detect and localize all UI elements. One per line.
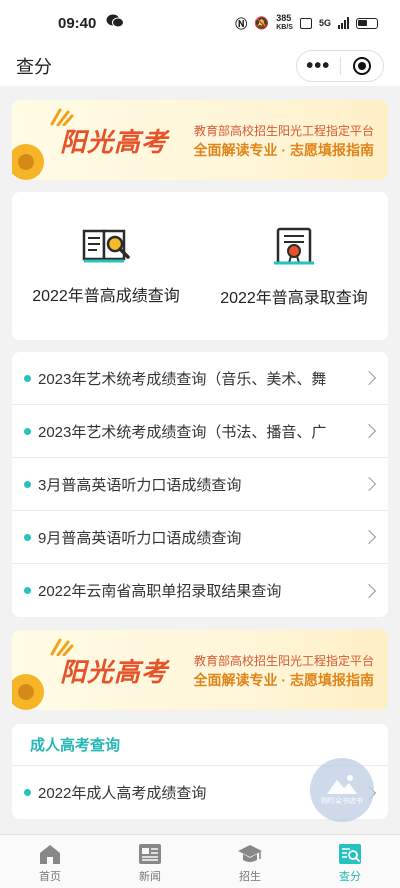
quick-link-admission[interactable]: 2022年普高录取查询 [200,192,388,340]
sunflower-icon [12,144,44,180]
quick-link-score-label: 2022年普高成绩查询 [32,288,180,305]
tab-enrollment-label: 招生 [239,871,261,883]
target-icon [352,57,371,75]
tab-enrollment[interactable]: 招生 [200,835,300,888]
graduation-cap-icon [238,845,262,862]
list-item[interactable]: 2023年艺术统考成绩查询（音乐、美术、舞 [12,352,388,405]
banner-line-2: 全面解读专业 · 志愿填报指南 [193,142,374,158]
close-miniprogram-button[interactable] [341,51,384,81]
news-icon [139,844,161,864]
score-search-icon [339,844,361,864]
tab-score[interactable]: 查分 [300,835,400,888]
tab-home-label: 首页 [39,871,61,883]
battery-icon [356,17,378,29]
sunshine-banner[interactable]: 阳光高考 教育部高校招生阳光工程指定平台 全面解读专业 · 志愿填报指南 [12,100,388,180]
banner-line-1: 教育部高校招生阳光工程指定平台 [193,124,374,138]
banner-line-1: 教育部高校招生阳光工程指定平台 [193,654,374,668]
miniprogram-capsule: ••• [296,50,384,82]
tab-score-label: 查分 [339,871,361,883]
more-dots-icon: ••• [306,55,331,77]
banner-brand: 阳光高考 [60,127,169,157]
quick-links-card: 2022年普高成绩查询 2022年普高录取查询 [12,192,388,340]
chevron-right-icon [361,529,377,545]
quick-link-admission-label: 2022年普高录取查询 [220,290,368,307]
bullet-dot [24,587,31,594]
chevron-right-icon [361,476,377,492]
wechat-icon [106,14,125,32]
bullet-dot [24,480,31,488]
list-item-label: 2022年云南省高职单招录取结果查询 [38,583,282,600]
bullet-dot [24,789,31,796]
list-item[interactable]: 2023年艺术统考成绩查询（书法、播音、广 [12,405,388,458]
home-icon [40,845,60,864]
page-title: 查分 [16,57,52,77]
mute-icon: 🔕 [254,16,270,30]
main-content: 阳光高考 教育部高校招生阳光工程指定平台 全面解读专业 · 志愿填报指南 202… [0,86,400,834]
list-item[interactable]: 3月普高英语听力口语成绩查询 [12,458,388,511]
mountain-image-icon [327,775,357,794]
tab-bar: 首页 新闻 招生 查分 [0,834,400,888]
chevron-right-icon [361,423,377,439]
sunflower-icon [12,674,44,710]
quick-link-score[interactable]: 2022年普高成绩查询 [12,192,200,340]
banner-brand: 阳光高考 [60,657,169,687]
speed-indicator: 385 KB/S [276,14,293,32]
list-item-label: 2023年艺术统考成绩查询（音乐、美术、舞 [38,370,327,388]
speed-unit: KB/S [276,24,293,31]
list-item-label: 2022年成人高考成绩查询 [38,785,207,802]
network-label: 5G [318,18,331,28]
more-button[interactable]: ••• [297,51,340,81]
bullet-dot [24,533,31,541]
nav-bar: 查分 ••• [0,46,400,86]
status-icons: Ⓝ 🔕 385 KB/S 5G [235,14,378,32]
list-item[interactable]: 2022年云南省高职单招录取结果查询 [12,564,388,617]
nfc-icon: Ⓝ [235,16,248,31]
list-item-label: 9月普高英语听力口语成绩查询 [38,529,242,547]
hd-icon [299,17,312,29]
sunshine-banner[interactable]: 阳光高考 教育部高校招生阳光工程指定平台 全面解读专业 · 志愿填报指南 [12,630,388,710]
tab-news-label: 新闻 [139,871,161,883]
clock: 09:40 [58,14,97,32]
floating-button-caption: 购叮朵书店书 [321,798,363,805]
list-item-label: 2023年艺术统考成绩查询（书法、播音、广 [38,423,327,441]
tab-news[interactable]: 新闻 [100,835,200,888]
tab-home[interactable]: 首页 [0,835,100,888]
chevron-right-icon [361,583,377,598]
speed-value: 385 [276,13,292,23]
query-list: 2023年艺术统考成绩查询（音乐、美术、舞 2023年艺术统考成绩查询（书法、播… [12,352,388,617]
signal-icon [338,17,349,29]
bullet-dot [24,427,31,435]
status-bar: 09:40 Ⓝ 🔕 385 KB/S 5G [0,0,400,46]
floating-ad-button[interactable]: 购叮朵书店书 [310,758,374,822]
banner-line-2: 全面解读专业 · 志愿填报指南 [193,672,374,688]
list-item-label: 3月普高英语听力口语成绩查询 [38,476,242,494]
book-magnifier-icon [82,229,130,263]
bullet-dot [24,374,31,382]
chevron-right-icon [361,370,377,386]
list-item[interactable]: 9月普高英语听力口语成绩查询 [12,511,388,564]
certificate-icon [274,227,314,265]
